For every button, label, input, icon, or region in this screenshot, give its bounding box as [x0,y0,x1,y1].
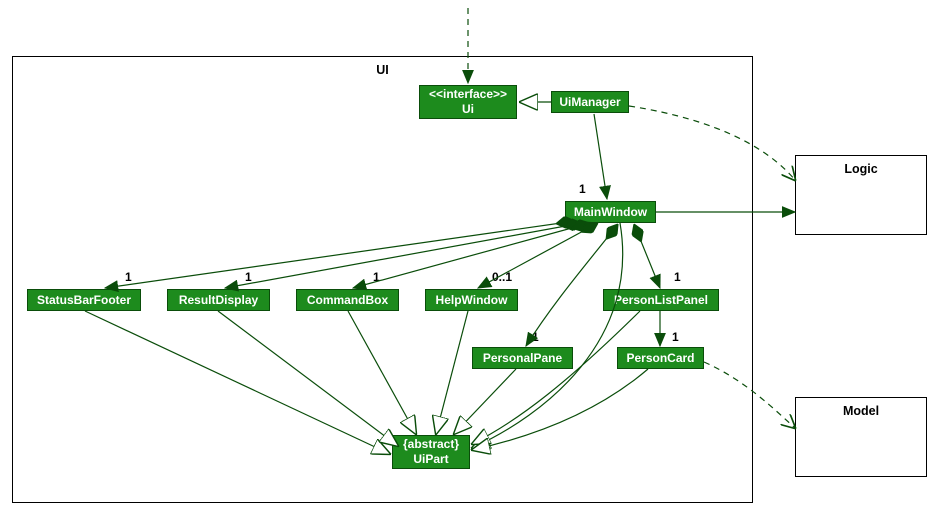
diagram-connectors: Logic (dashed dependency curved) --> Mod… [0,0,941,523]
